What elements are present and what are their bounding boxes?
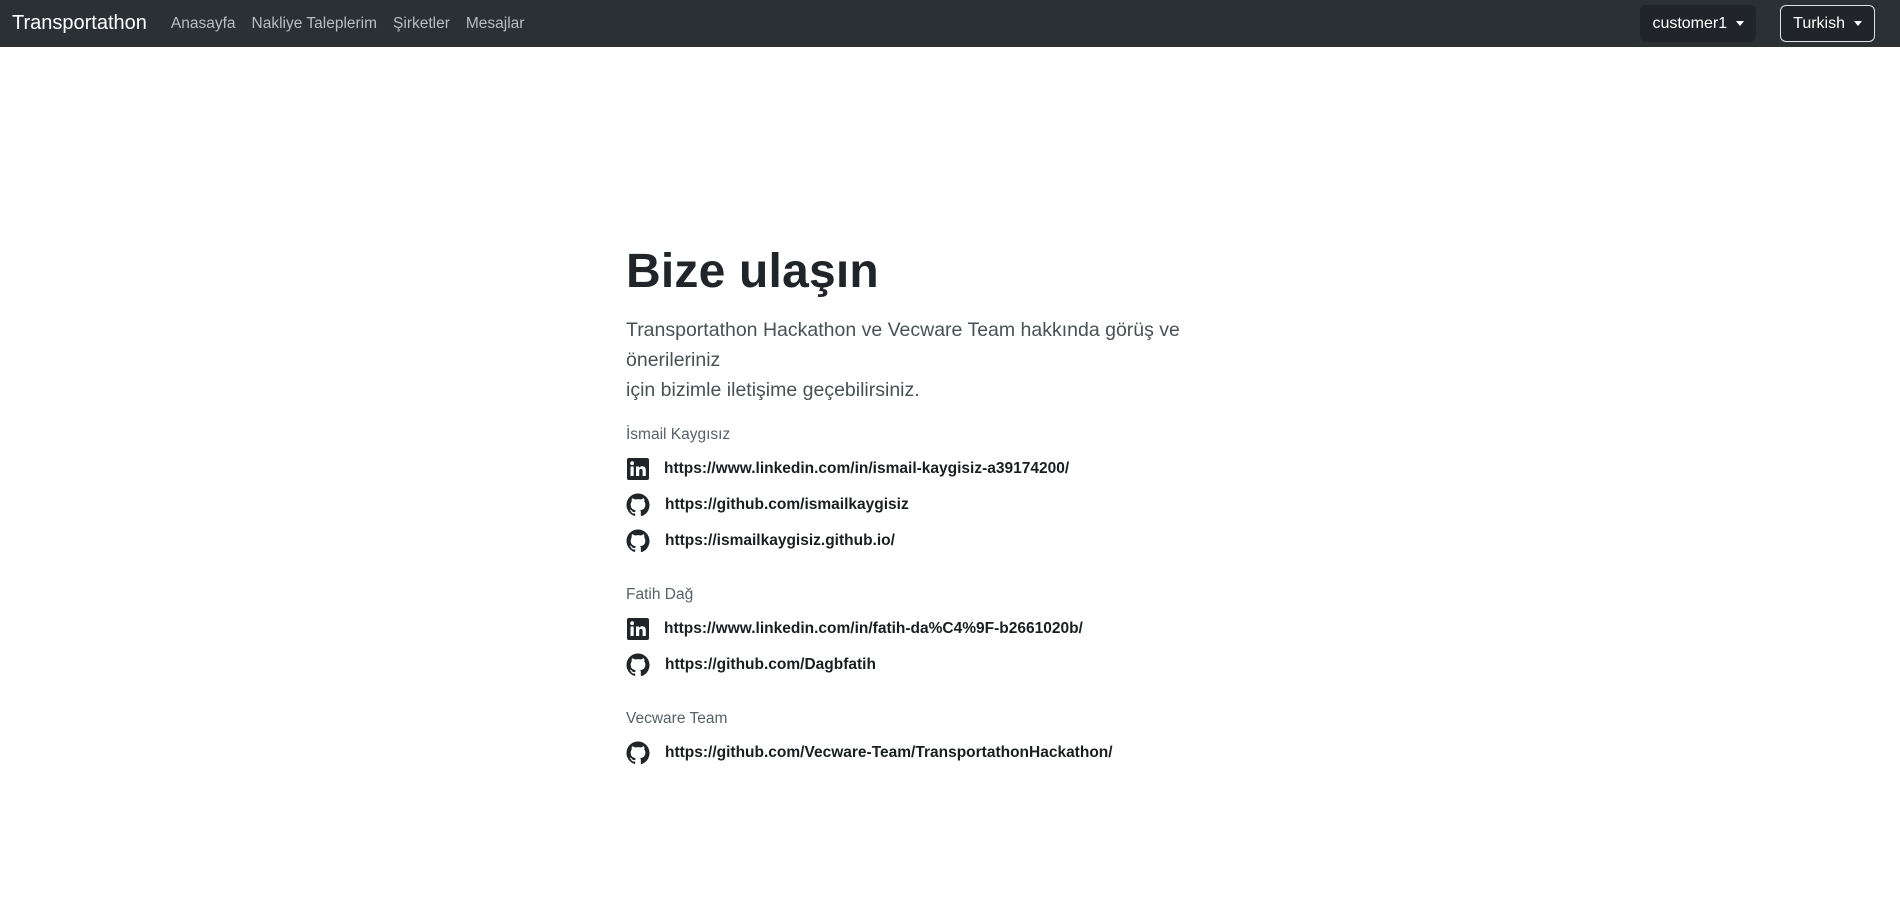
nav-links: Anasayfa Nakliye Taleplerim Şirketler Me… xyxy=(171,15,541,33)
contact-vecware-team: Vecware Team https://github.com/Vecware-… xyxy=(626,709,1266,771)
github-icon xyxy=(626,653,650,677)
contact-name: Vecware Team xyxy=(626,710,728,728)
contact-name: İsmail Kaygısız xyxy=(626,426,731,444)
nav-link-messages[interactable]: Mesajlar xyxy=(466,15,525,33)
nav-right: customer1 Turkish xyxy=(1640,5,1875,42)
linkedin-icon xyxy=(626,457,650,481)
caret-down-icon xyxy=(1736,21,1745,26)
contact-section: Bize ulaşın Transportathon Hackathon ve … xyxy=(626,244,1266,771)
contact-link-row: https://github.com/ismailkaygisiz xyxy=(626,487,1266,523)
github-link[interactable]: https://github.com/ismailkaygisiz xyxy=(665,496,909,514)
contact-fatih: Fatih Dağ https://www.linkedin.com/in/fa… xyxy=(626,585,1266,683)
user-label: customer1 xyxy=(1652,14,1728,32)
linkedin-link[interactable]: https://www.linkedin.com/in/ismail-kaygi… xyxy=(664,460,1069,478)
contact-ismail: İsmail Kaygısız https://www.linkedin.com… xyxy=(626,425,1266,559)
github-link[interactable]: https://github.com/Vecware-Team/Transpor… xyxy=(665,744,1113,762)
contact-name: Fatih Dağ xyxy=(626,586,694,604)
nav-link-home[interactable]: Anasayfa xyxy=(171,15,236,33)
contact-link-row: https://ismailkaygisiz.github.io/ xyxy=(626,523,1266,559)
nav-link-my-requests[interactable]: Nakliye Taleplerim xyxy=(252,15,377,33)
github-icon xyxy=(626,493,650,517)
language-dropdown-button[interactable]: Turkish xyxy=(1780,5,1875,42)
caret-down-icon xyxy=(1854,21,1862,26)
contact-link-row: https://www.linkedin.com/in/ismail-kaygi… xyxy=(626,451,1266,487)
contact-link-row: https://www.linkedin.com/in/fatih-da%C4%… xyxy=(626,611,1266,647)
contact-link-row: https://github.com/Vecware-Team/Transpor… xyxy=(626,735,1266,771)
contact-link-row: https://github.com/Dagbfatih xyxy=(626,647,1266,683)
linkedin-icon xyxy=(626,617,650,641)
github-icon xyxy=(626,529,650,553)
user-dropdown-button[interactable]: customer1 xyxy=(1640,5,1757,42)
lead-text: Transportathon Hackathon ve Vecware Team… xyxy=(626,315,1266,405)
page-title: Bize ulaşın xyxy=(626,245,879,298)
brand-link[interactable]: Transportathon xyxy=(12,12,147,35)
nav-link-companies[interactable]: Şirketler xyxy=(393,15,450,33)
website-link[interactable]: https://ismailkaygisiz.github.io/ xyxy=(665,532,895,550)
github-link[interactable]: https://github.com/Dagbfatih xyxy=(665,656,876,674)
github-icon xyxy=(626,741,650,765)
linkedin-link[interactable]: https://www.linkedin.com/in/fatih-da%C4%… xyxy=(664,620,1083,638)
lead-line-1: Transportathon Hackathon ve Vecware Team… xyxy=(626,319,1180,372)
lead-line-2: için bizimle iletişime geçebilirsiniz. xyxy=(626,379,920,402)
top-navbar: Transportathon Anasayfa Nakliye Talepler… xyxy=(0,0,1900,47)
language-label: Turkish xyxy=(1793,14,1845,32)
